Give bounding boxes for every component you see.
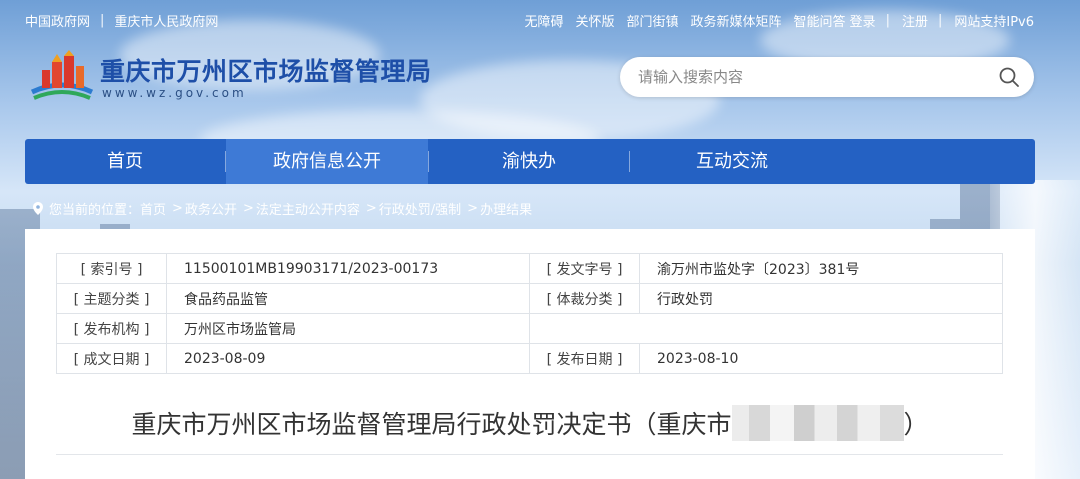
table-row: [ 索引号 ] 11500101MB19903171/2023-00173 [ …	[56, 253, 1003, 284]
document-title-text: 重庆市万州区市场监督管理局行政处罚决定书（重庆市	[131, 410, 732, 439]
breadcrumb-prefix: 您当前的位置：	[49, 203, 141, 218]
nav-gov-info[interactable]: 政府信息公开	[226, 139, 428, 184]
ipv6-link[interactable]: 网站支持IPv6	[954, 11, 1034, 30]
index-label: [ 索引号 ]	[56, 253, 167, 284]
breadcrumb-arrow: >	[365, 201, 377, 216]
breadcrumb-arrow: >	[172, 201, 183, 216]
search-box	[620, 57, 1034, 97]
link-elder-mode[interactable]: 关怀版	[575, 11, 614, 30]
docno-value: 渝万州市监处字〔2023〕381号	[639, 253, 1003, 284]
genre-label: [ 体裁分类 ]	[529, 283, 640, 314]
index-value: 11500101MB19903171/2023-00173	[166, 253, 530, 284]
breadcrumb-results[interactable]: 办理结果	[480, 199, 532, 218]
main-nav: 首页 政府信息公开 渝快办 互动交流	[25, 139, 1035, 184]
site-domain: www.wz.gov.com	[102, 86, 247, 100]
login-link[interactable]: 登录	[850, 11, 876, 30]
breadcrumb-arrow: >	[242, 201, 254, 216]
document-title: 重庆市万州区市场监督管理局行政处罚决定书（重庆市 ）	[25, 405, 1035, 441]
link-chongqing-gov[interactable]: 重庆市人民政府网	[114, 11, 218, 30]
site-title[interactable]: 重庆市万州区市场监督管理局	[100, 52, 432, 88]
document-title-close: ）	[903, 410, 929, 439]
search-input[interactable]	[638, 65, 978, 89]
table-row: [ 成文日期 ] 2023-08-09 [ 发布日期 ] 2023-08-10	[56, 343, 1003, 374]
link-accessibility[interactable]: 无障碍	[524, 11, 563, 30]
content-card: [ 索引号 ] 11500101MB19903171/2023-00173 [ …	[25, 229, 1035, 479]
link-smart-qa[interactable]: 智能问答	[794, 11, 846, 30]
topic-value: 食品药品监管	[166, 283, 530, 314]
site-logo[interactable]	[28, 48, 96, 102]
document-meta-table: [ 索引号 ] 11500101MB19903171/2023-00173 [ …	[56, 253, 1003, 374]
issuer-label: [ 发布机构 ]	[56, 313, 167, 344]
breadcrumb: 您当前的位置： 首页 > 政务公开 > 法定主动公开内容 > 行政处罚/强制 >…	[33, 199, 532, 218]
published-date-value: 2023-08-10	[639, 343, 1003, 374]
breadcrumb-penalty[interactable]: 行政处罚/强制	[379, 199, 461, 218]
empty-cell	[639, 313, 1003, 344]
separator: |	[937, 13, 943, 28]
topic-label: [ 主题分类 ]	[56, 283, 167, 314]
link-departments[interactable]: 部门街镇	[627, 11, 679, 30]
link-new-media[interactable]: 政务新媒体矩阵	[691, 11, 782, 30]
created-date-value: 2023-08-09	[166, 343, 530, 374]
nav-yukuaiban[interactable]: 渝快办	[429, 139, 629, 184]
top-utility-bar: 中国政府网 | 重庆市人民政府网 无障碍 关怀版 部门街镇 政务新媒体矩阵 智能…	[0, 0, 1080, 36]
location-pin-icon	[33, 202, 43, 215]
table-row: [ 主题分类 ] 食品药品监管 [ 体裁分类 ] 行政处罚	[56, 283, 1003, 314]
genre-value: 行政处罚	[639, 283, 1003, 314]
breadcrumb-statutory-content[interactable]: 法定主动公开内容	[256, 199, 360, 218]
table-row: [ 发布机构 ] 万州区市场监管局	[56, 313, 1003, 344]
separator: |	[885, 13, 890, 28]
nav-interaction[interactable]: 互动交流	[630, 139, 834, 184]
register-link[interactable]: 注册	[902, 11, 928, 30]
search-icon[interactable]	[998, 66, 1020, 88]
link-china-gov[interactable]: 中国政府网	[25, 11, 90, 30]
nav-home[interactable]: 首页	[25, 139, 225, 184]
breadcrumb-gov-affairs[interactable]: 政务公开	[185, 199, 237, 218]
divider	[56, 454, 1003, 455]
issuer-value: 万州区市场监管局	[166, 313, 530, 344]
docno-label: [ 发文字号 ]	[529, 253, 640, 284]
breadcrumb-arrow: >	[467, 201, 479, 216]
breadcrumb-home[interactable]: 首页	[140, 199, 166, 218]
created-date-label: [ 成文日期 ]	[56, 343, 167, 374]
redacted-block	[731, 405, 904, 441]
separator: |	[100, 13, 105, 28]
published-date-label: [ 发布日期 ]	[529, 343, 640, 374]
empty-cell	[529, 313, 640, 344]
